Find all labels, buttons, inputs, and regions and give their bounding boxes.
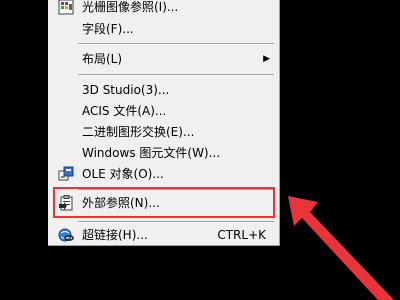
menu-item-acis-file[interactable]: ACIS 文件(A)... — [48, 100, 278, 122]
highlight-box — [53, 187, 275, 218]
menu-item-ole-object[interactable]: OLE 对象(O)... — [48, 163, 278, 185]
menu-item-windows-metafile[interactable]: Windows 图元文件(W)... — [48, 142, 278, 164]
menu-item-raster-image-reference[interactable]: 光栅图像参照(I)... — [48, 0, 278, 18]
menu-item-label: 光栅图像参照(I)... — [82, 0, 179, 14]
menu-item-label: 二进制图形交换(E)... — [82, 125, 195, 139]
red-arrow-annotation — [288, 196, 394, 300]
ole-object-icon — [58, 166, 74, 181]
menu-item-binary-drawing-exchange[interactable]: 二进制图形交换(E)... — [48, 121, 278, 143]
submenu-arrow-icon: ▶ — [263, 54, 270, 64]
menu-item-label: 布局(L) — [82, 52, 123, 66]
menu-item-layout[interactable]: 布局(L) ▶ — [48, 48, 278, 70]
menu-item-label: OLE 对象(O)... — [82, 167, 164, 181]
menu-item-label: 3D Studio(3)... — [82, 83, 170, 97]
menu-item-label: 超链接(H)... — [82, 228, 148, 242]
menu-item-hyperlink[interactable]: 超链接(H)... CTRL+K — [48, 224, 278, 246]
menu-item-label: 字段(F)... — [82, 22, 134, 36]
menu-item-3d-studio[interactable]: 3D Studio(3)... — [48, 79, 278, 101]
raster-image-icon — [58, 0, 74, 15]
menu-separator — [78, 74, 274, 76]
menu-item-field[interactable]: 字段(F)... — [48, 18, 278, 40]
menu-separator — [78, 43, 274, 45]
menu-item-label: ACIS 文件(A)... — [82, 104, 167, 118]
hyperlink-icon — [58, 228, 74, 242]
shortcut-label: CTRL+K — [217, 228, 266, 242]
menu-separator — [78, 221, 274, 223]
menu-item-label: Windows 图元文件(W)... — [82, 146, 221, 160]
